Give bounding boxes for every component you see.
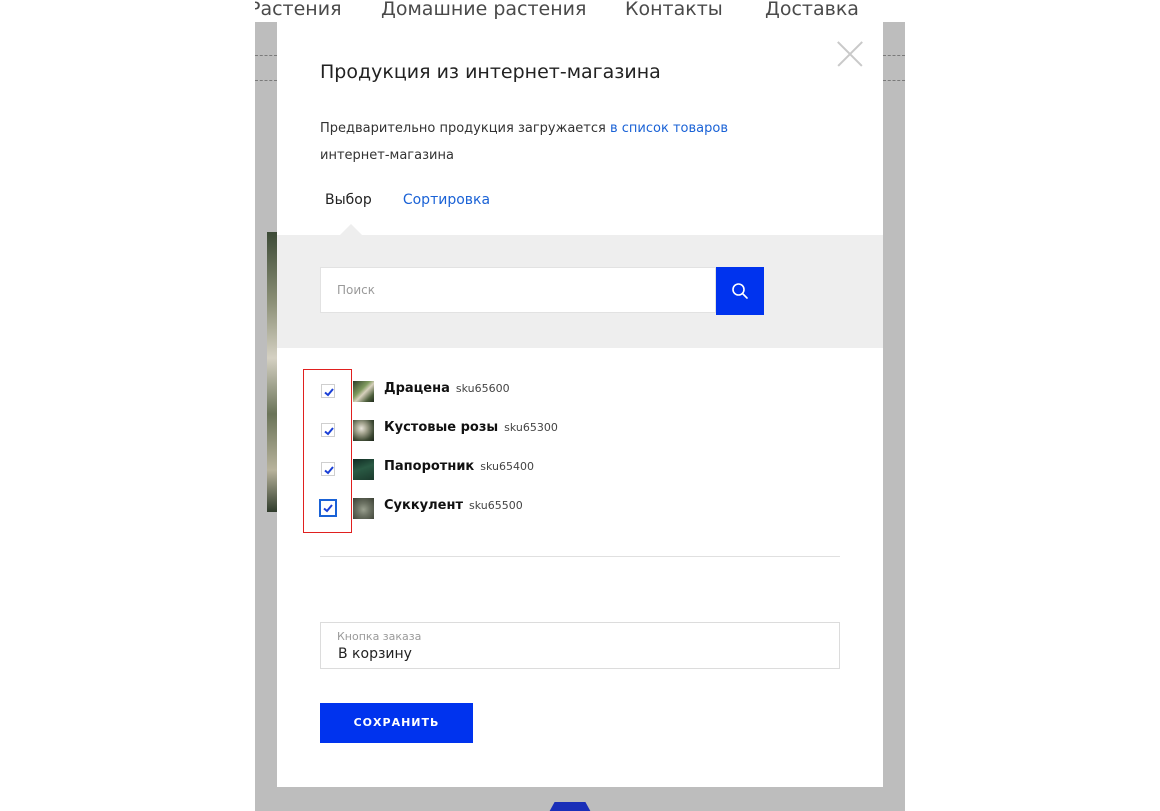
checkmark-icon [324,466,334,475]
nav-item-plants[interactable]: Растения [255,0,342,20]
save-button[interactable]: СОХРАНИТЬ [320,703,473,743]
product-checkbox[interactable] [321,462,335,476]
modal-tabs: Выбор Сортировка [325,189,516,211]
list-item: Папоротник sku65400 [277,457,883,487]
product-checkbox[interactable] [319,499,337,517]
modal-title: Продукция из интернет-магазина [320,61,661,83]
tab-sorting[interactable]: Сортировка [403,192,490,208]
product-title: Папоротник [384,459,475,474]
order-button-field-label: Кнопка заказа [337,630,422,643]
tab-selection[interactable]: Выбор [325,192,372,208]
search-input[interactable] [320,267,716,313]
modal-description: Предварительно продукция загружается в с… [320,115,820,169]
product-title: Кустовые розы [384,420,499,435]
description-tail: интернет-магазина [320,148,454,163]
add-section-tab[interactable] [548,802,592,811]
product-checkbox[interactable] [321,423,335,437]
search-button[interactable] [716,267,764,315]
product-name: Драцена sku65600 [384,381,510,396]
list-item: Кустовые розы sku65300 [277,418,883,448]
product-sku: sku65600 [455,382,510,395]
search-panel [277,235,883,348]
guide-line [883,80,905,81]
divider [320,556,840,557]
product-name: Суккулент sku65500 [384,498,523,513]
product-name: Кустовые розы sku65300 [384,420,558,435]
checkmark-icon [324,427,334,436]
product-checkbox[interactable] [321,384,335,398]
product-sku: sku65400 [480,460,534,473]
active-tab-pointer [340,224,362,235]
product-thumbnail [353,498,374,519]
close-icon[interactable] [837,41,863,67]
guide-line [255,80,277,81]
products-modal: Продукция из интернет-магазина Предварит… [277,21,883,787]
product-thumbnail [353,420,374,441]
background-photo [267,232,277,512]
checkmark-icon [324,388,334,397]
product-title: Драцена [384,381,450,396]
list-item: Суккулент sku65500 [277,496,883,526]
product-thumbnail [353,381,374,402]
product-sku: sku65500 [469,499,523,512]
guide-line [255,55,277,56]
product-sku: sku65300 [504,421,558,434]
product-title: Суккулент [384,498,463,513]
checkmark-icon [323,504,333,513]
order-button-field[interactable]: Кнопка заказа В корзину [320,622,840,669]
product-thumbnail [353,459,374,480]
guide-line [883,55,905,56]
nav-item-contacts[interactable]: Контакты [625,0,723,20]
search-icon [732,283,748,299]
order-button-field-value: В корзину [338,646,412,662]
nav-item-delivery[interactable]: Доставка [765,0,859,20]
product-name: Папоротник sku65400 [384,459,534,474]
product-list-link[interactable]: в список товаров [610,121,728,136]
background-nav: Растения Домашние растения Контакты Дост… [255,0,905,22]
nav-item-house-plants[interactable]: Домашние растения [381,0,586,20]
description-text: Предварительно продукция загружается [320,121,606,136]
list-item: Драцена sku65600 [277,379,883,409]
